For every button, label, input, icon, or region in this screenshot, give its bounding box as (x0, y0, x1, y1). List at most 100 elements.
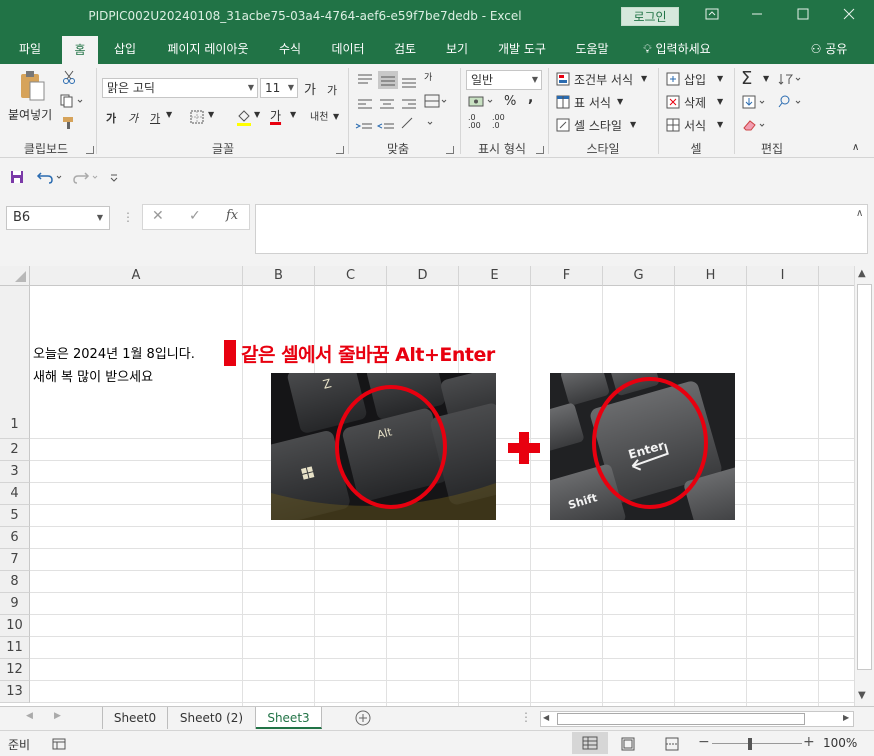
page-layout-view-icon[interactable] (620, 737, 636, 751)
row-header[interactable]: 12 (0, 659, 30, 681)
scroll-down-icon[interactable]: ▼ (858, 690, 866, 701)
number-format-select[interactable]: 일반 ▼ (466, 70, 542, 90)
format-cells-button[interactable]: 서식 (684, 117, 706, 134)
row-header[interactable]: 13 (0, 681, 30, 703)
accounting-format-icon[interactable] (468, 94, 496, 110)
number-launcher-icon[interactable] (536, 146, 544, 154)
underline-button[interactable]: 가 (150, 110, 160, 126)
row-header[interactable]: 1 (0, 286, 30, 439)
expand-formula-bar-icon[interactable]: ∧ (856, 208, 863, 219)
maximize-icon[interactable] (788, 4, 818, 28)
chevron-down-icon[interactable]: ▼ (717, 97, 723, 106)
zoom-out-icon[interactable]: − (698, 734, 710, 750)
tab-page-layout[interactable]: 페이지 레이아웃 (156, 34, 260, 64)
decrease-decimal-button[interactable]: .00 .0 (492, 114, 514, 130)
shrink-font-button[interactable]: 가 (327, 82, 337, 98)
confirm-entry-icon[interactable]: ✓ (189, 208, 201, 224)
tell-me-box[interactable]: 💡︎ 입력하세요 (632, 34, 722, 64)
column-header[interactable]: F (531, 266, 603, 286)
chevron-down-icon[interactable]: ▼ (166, 110, 172, 119)
comma-style-button[interactable]: , (528, 90, 533, 106)
italic-button[interactable]: 가 (128, 110, 138, 126)
zoom-level[interactable]: 100% (823, 736, 857, 750)
chevron-down-icon[interactable]: ▼ (290, 110, 296, 119)
page-break-view-icon[interactable] (664, 737, 680, 751)
name-box[interactable]: B6 ▼ (6, 206, 110, 230)
chevron-down-icon[interactable]: ▼ (717, 120, 723, 129)
row-header[interactable]: 10 (0, 615, 30, 637)
sort-filter-icon[interactable] (778, 72, 802, 86)
row-header[interactable]: 11 (0, 637, 30, 659)
sheet-tab[interactable]: Sheet0 (2) (168, 707, 256, 729)
orientation-icon[interactable] (400, 116, 436, 130)
row-header[interactable]: 7 (0, 549, 30, 571)
tab-formulas[interactable]: 수식 (268, 34, 312, 64)
vertical-scrollbar[interactable]: ▲ ▼ (854, 266, 874, 706)
formula-input[interactable] (255, 204, 868, 254)
chevron-down-icon[interactable]: ▼ (717, 74, 723, 83)
cancel-entry-icon[interactable]: ✕ (152, 208, 164, 224)
font-size-select[interactable]: 11 ▼ (260, 78, 298, 98)
row-header[interactable]: 4 (0, 483, 30, 505)
zoom-slider[interactable] (712, 743, 802, 744)
increase-decimal-button[interactable]: .0 .00 (468, 114, 490, 130)
minimize-icon[interactable] (742, 4, 772, 28)
copy-icon[interactable] (60, 94, 84, 108)
fill-down-icon[interactable] (742, 95, 766, 109)
cell-a1[interactable]: 오늘은 2024년 1월 8입니다. 새해 복 많이 받으세요 (30, 286, 242, 438)
normal-view-button[interactable] (572, 732, 608, 754)
paste-button[interactable]: 붙여넣기 (8, 106, 52, 123)
column-header[interactable] (819, 266, 854, 286)
font-name-select[interactable]: 맑은 고딕 ▼ (102, 78, 258, 98)
clipboard-launcher-icon[interactable] (86, 146, 94, 154)
font-launcher-icon[interactable] (336, 146, 344, 154)
next-sheet-icon[interactable]: ▶ (54, 711, 61, 721)
zoom-slider-thumb[interactable] (748, 738, 752, 750)
bold-button[interactable]: 가 (106, 110, 116, 126)
autosum-icon[interactable]: Σ (741, 68, 752, 89)
redo-icon[interactable] (72, 169, 102, 185)
column-header[interactable]: D (387, 266, 459, 286)
worksheet-grid[interactable]: A B C D E F G H I 1 2 3 4 5 6 7 8 9 10 1… (0, 266, 854, 706)
chevron-down-icon[interactable]: ▼ (333, 112, 339, 121)
column-header[interactable]: G (603, 266, 675, 286)
scroll-left-icon[interactable]: ◀ (543, 713, 549, 722)
chevron-down-icon[interactable]: ▼ (208, 110, 214, 119)
font-color-button[interactable]: 가 (270, 107, 281, 124)
scroll-right-icon[interactable]: ▶ (843, 713, 849, 722)
sheet-tab-active[interactable]: Sheet3 (256, 707, 322, 729)
collapse-ribbon-icon[interactable]: ∧ (852, 142, 859, 153)
merge-center-icon[interactable] (424, 94, 448, 108)
clear-icon[interactable] (742, 118, 766, 132)
row-header[interactable]: 8 (0, 571, 30, 593)
phonetic-guide-button[interactable]: 내천 (310, 108, 328, 123)
tab-insert[interactable]: 삽입 (104, 34, 146, 64)
sheet-tab[interactable]: Sheet0 (102, 707, 168, 729)
format-as-table-button[interactable]: 표 서식 (574, 94, 611, 111)
fill-color-icon[interactable] (236, 108, 252, 126)
tab-developer[interactable]: 개발 도구 (488, 34, 556, 64)
undo-icon[interactable] (36, 169, 66, 185)
column-header[interactable]: C (315, 266, 387, 286)
tab-review[interactable]: 검토 (384, 34, 426, 64)
zoom-in-icon[interactable]: + (803, 734, 815, 750)
chevron-down-icon[interactable]: ▼ (630, 120, 636, 129)
grow-font-button[interactable]: 가 (304, 79, 316, 98)
insert-cells-button[interactable]: 삽입 (684, 71, 706, 88)
select-all-corner[interactable] (0, 266, 30, 286)
tab-view[interactable]: 보기 (436, 34, 478, 64)
customize-qat-icon[interactable] (108, 170, 120, 184)
alignment-launcher-icon[interactable] (446, 146, 454, 154)
chevron-down-icon[interactable]: ▼ (763, 74, 769, 83)
horizontal-scrollbar[interactable]: ◀ ▶ (540, 711, 854, 727)
row-header[interactable]: 3 (0, 461, 30, 483)
conditional-format-button[interactable]: 조건부 서식 (574, 71, 633, 88)
macro-record-icon[interactable] (52, 737, 66, 751)
login-button[interactable]: 로그인 (621, 7, 679, 26)
row-header[interactable]: 5 (0, 505, 30, 527)
paste-icon[interactable] (18, 70, 46, 104)
column-header[interactable]: B (243, 266, 315, 286)
chevron-down-icon[interactable]: ▼ (617, 97, 623, 106)
column-header[interactable]: I (747, 266, 819, 286)
row-header[interactable]: 2 (0, 439, 30, 461)
